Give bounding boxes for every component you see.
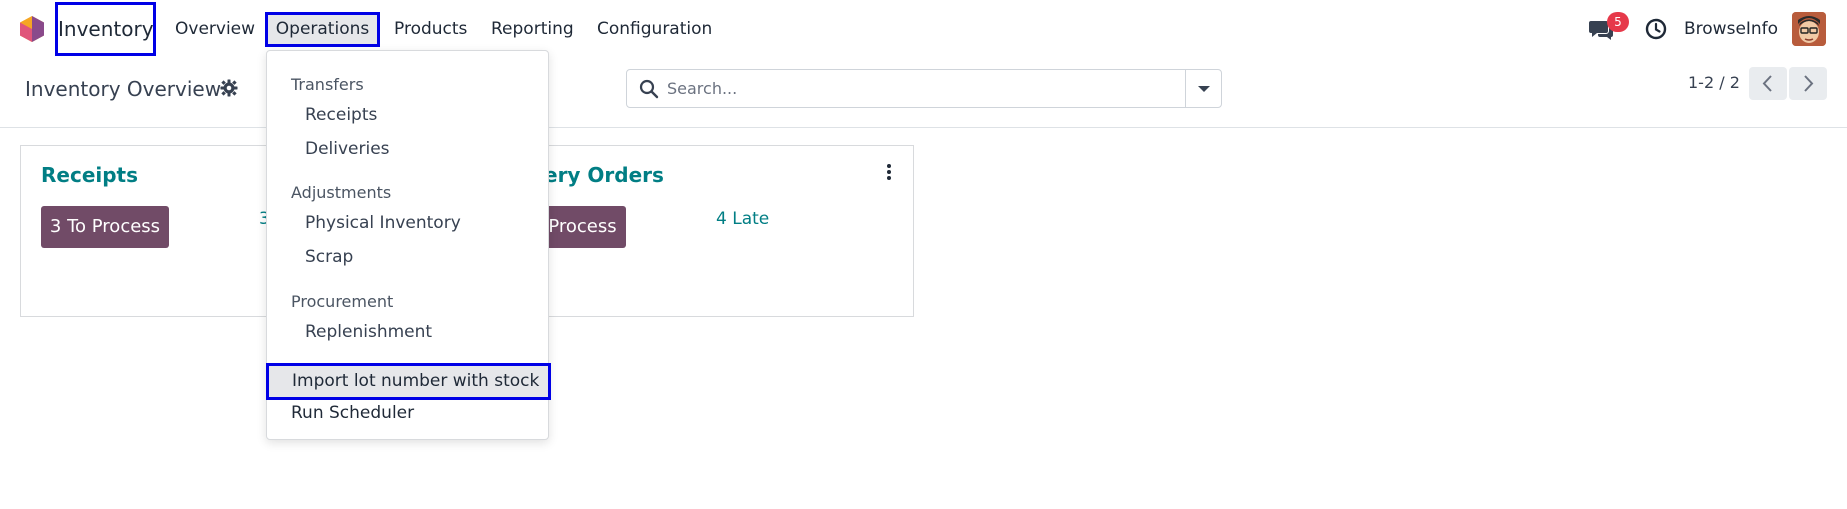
avatar[interactable] [1792,12,1826,46]
search-icon [639,79,659,99]
menu-products[interactable]: Products [394,17,467,41]
dropdown-item-physical-inventory[interactable]: Physical Inventory [305,211,461,235]
dropdown-header-procurement: Procurement [291,292,394,311]
dropdown-header-adjustments: Adjustments [291,183,392,202]
user-name[interactable]: BrowseInfo [1684,17,1778,41]
delivery-to-process-button[interactable]: Process [539,206,626,248]
clock-icon[interactable] [1645,18,1667,40]
menu-reporting[interactable]: Reporting [491,17,574,41]
gear-icon[interactable] [220,79,238,97]
menu-overview[interactable]: Overview [175,17,255,41]
delivery-orders-card-title[interactable]: ery Orders [544,161,664,189]
pager-previous-button[interactable] [1749,67,1787,100]
search-input[interactable] [667,70,1167,107]
dropdown-header-transfers: Transfers [291,75,364,94]
pager-next-button[interactable] [1789,67,1827,100]
dropdown-item-deliveries[interactable]: Deliveries [305,137,390,161]
dropdown-item-import-lot-number[interactable]: Import lot number with stock [266,363,551,400]
odoo-logo-icon[interactable] [20,16,44,42]
receipts-card-title[interactable]: Receipts [41,161,138,189]
dropdown-item-scrap[interactable]: Scrap [305,245,353,269]
dropdown-item-run-scheduler[interactable]: Run Scheduler [291,401,414,425]
pager-value[interactable]: 1-2 / 2 [1688,72,1740,94]
menu-configuration[interactable]: Configuration [597,17,712,41]
caret-down-icon [1198,86,1210,92]
user-avatar-icon [1792,12,1826,46]
app-name[interactable]: Inventory [55,2,156,56]
receipts-to-process-button[interactable]: 3 To Process [41,206,169,248]
search-options-toggle[interactable] [1185,70,1221,107]
delivery-late-link[interactable]: 4 Late [716,208,769,230]
dropdown-item-replenishment[interactable]: Replenishment [305,320,432,344]
operations-dropdown-menu: Transfers Receipts Deliveries Adjustment… [266,50,551,440]
kebab-menu-icon[interactable] [885,162,893,182]
search-bar [626,69,1222,108]
chevron-left-icon [1762,75,1772,92]
menu-operations[interactable]: Operations [265,12,380,47]
page-title: Inventory Overview [25,77,222,101]
dropdown-item-receipts[interactable]: Receipts [305,103,377,127]
chat-count-badge: 5 [1607,12,1629,32]
chevron-right-icon [1804,75,1814,92]
